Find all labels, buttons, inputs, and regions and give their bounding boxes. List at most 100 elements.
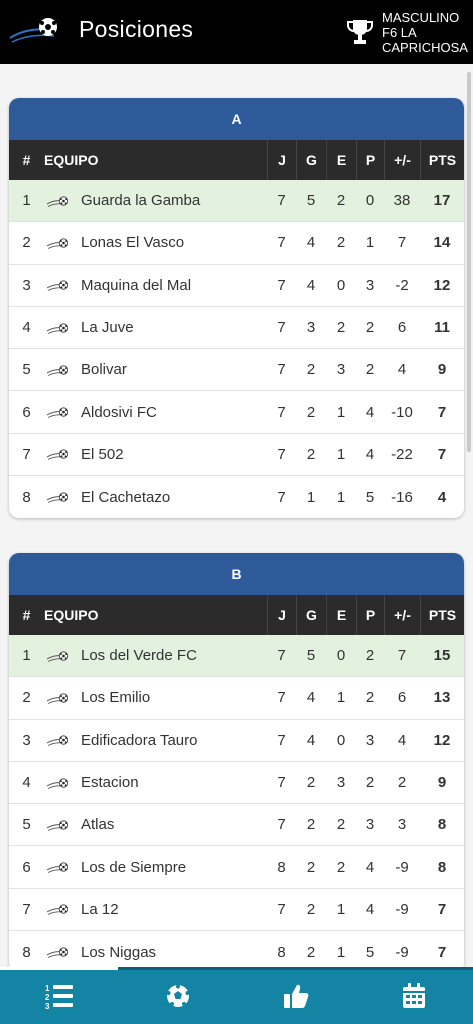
table-row[interactable]: 8 Los Niggas 8 2 1 5 -9 7 [9,931,464,967]
table-row[interactable]: 1 Guarda la Gamba 7 5 2 0 38 17 [9,180,464,223]
column-header-pts[interactable]: PTS [420,140,464,180]
won-value: 2 [306,774,316,792]
played-value: 7 [277,192,286,210]
team-cell[interactable]: Edificadora Tauro [44,732,267,749]
table-row[interactable]: 7 El 502 7 2 1 4 -22 7 [9,434,464,477]
team-logo-icon [46,777,69,789]
team-cell[interactable]: La 12 [44,901,267,918]
table-row[interactable]: 7 La 12 7 2 1 4 -9 7 [9,889,464,932]
lost-value: 2 [365,361,375,379]
column-header-dif[interactable]: +/- [384,595,420,635]
row-position: 2 [22,689,31,707]
team-name: Aldosivi FC [81,403,157,421]
won-value: 2 [306,816,316,834]
played-value: 7 [277,234,286,252]
table-row[interactable]: 2 Lonas El Vasco 7 4 2 1 7 14 [9,222,464,265]
scrollbar[interactable] [467,72,471,452]
column-header-p[interactable]: P [356,595,384,635]
won-value: 4 [306,731,316,749]
team-name: Maquina del Mal [81,276,192,294]
team-cell[interactable]: Los Niggas [44,944,267,961]
soccer-ball-icon[interactable] [163,982,193,1010]
column-header-g[interactable]: G [296,140,326,180]
lost-value: 3 [365,276,375,294]
standings-content[interactable]: A # EQUIPO J G E P +/- PTS 1 Guarda la Gamba 7 5 2 0 38… [0,64,473,967]
team-cell[interactable]: Lonas El Vasco [44,234,267,251]
category-line: CAPRICHOSA [382,40,468,55]
team-logo-icon [46,322,69,334]
played-value: 7 [277,689,286,707]
goal-diff-value: -2 [395,276,409,294]
row-position: 1 [22,192,31,210]
team-cell[interactable]: Estacion [44,774,267,791]
table-row[interactable]: 4 La Juve 7 3 2 2 6 11 [9,307,464,350]
table-row[interactable]: 8 El Cachetazo 7 1 1 5 -16 4 [9,476,464,518]
team-cell[interactable]: El Cachetazo [44,489,267,506]
column-header-pts[interactable]: PTS [420,595,464,635]
team-cell[interactable]: Atlas [44,816,267,833]
column-header-team[interactable]: EQUIPO [44,140,267,180]
standings-icon[interactable]: 1 2 3 [44,982,74,1010]
table-header: # EQUIPO J G E P +/- PTS [9,595,464,635]
team-logo-icon [46,237,69,249]
team-cell[interactable]: Los Emilio [44,689,267,706]
calendar-icon[interactable] [399,982,429,1010]
points-value: 7 [437,403,447,421]
team-cell[interactable]: La Juve [44,319,267,336]
category-label[interactable]: MASCULINO F6 LA CAPRICHOSA [382,10,472,55]
played-value: 7 [277,647,286,665]
column-header-e[interactable]: E [326,140,356,180]
team-name: Bolivar [81,361,127,379]
team-cell[interactable]: Guarda la Gamba [44,192,267,209]
table-row[interactable]: 5 Atlas 7 2 2 3 3 8 [9,804,464,847]
page-title: Posiciones [79,16,194,42]
table-row[interactable]: 4 Estacion 7 2 3 2 2 9 [9,762,464,805]
team-cell[interactable]: Bolivar [44,361,267,378]
group-card-a: A # EQUIPO J G E P +/- PTS 1 Guarda la Gamba 7 5 2 0 38… [9,98,464,519]
table-row[interactable]: 3 Maquina del Mal 7 4 0 3 -2 12 [9,265,464,307]
group-card-b: B # EQUIPO J G E P +/- PTS 1 Los del Verde FC 7 5 0 2 7… [9,553,464,967]
team-name: Los Emilio [81,689,151,707]
column-header-p[interactable]: P [356,140,384,180]
goal-diff-value: -10 [391,403,413,421]
column-header-dif[interactable]: +/- [384,140,420,180]
column-header-j[interactable]: J [267,140,296,180]
column-header-pos[interactable]: # [9,595,44,635]
goal-diff-value: 2 [397,774,407,792]
team-name: Los de Siempre [81,858,187,876]
row-position: 8 [22,943,31,961]
row-position: 4 [22,319,31,337]
played-value: 7 [277,445,286,463]
lost-value: 3 [365,731,375,749]
team-cell[interactable]: Los del Verde FC [44,647,267,664]
team-cell[interactable]: Los de Siempre [44,859,267,876]
team-name: Lonas El Vasco [81,234,185,252]
column-header-pos[interactable]: # [9,140,44,180]
column-header-e[interactable]: E [326,595,356,635]
points-value: 12 [433,276,451,294]
points-value: 7 [437,445,447,463]
goal-diff-value: -9 [395,858,409,876]
table-row[interactable]: 2 Los Emilio 7 4 1 2 6 13 [9,677,464,720]
row-position: 5 [22,361,31,379]
table-row[interactable]: 6 Los de Siempre 8 2 2 4 -9 8 [9,846,464,889]
goal-diff-value: -9 [395,900,409,918]
column-header-team[interactable]: EQUIPO [44,595,267,635]
row-position: 6 [22,858,31,876]
points-value: 13 [433,689,451,707]
team-cell[interactable]: El 502 [44,446,267,463]
table-row[interactable]: 5 Bolivar 7 2 3 2 4 9 [9,349,464,392]
table-row[interactable]: 3 Edificadora Tauro 7 4 0 3 4 12 [9,720,464,762]
row-position: 3 [22,731,31,749]
team-cell[interactable]: Aldosivi FC [44,404,267,421]
won-value: 4 [306,276,316,294]
column-header-j[interactable]: J [267,595,296,635]
table-row[interactable]: 1 Los del Verde FC 7 5 0 2 7 15 [9,635,464,678]
trophy-icon[interactable] [346,19,374,45]
team-logo-icon [46,861,69,873]
column-header-g[interactable]: G [296,595,326,635]
won-value: 5 [306,192,316,210]
team-cell[interactable]: Maquina del Mal [44,277,267,294]
thumbs-up-icon[interactable] [281,982,311,1010]
table-row[interactable]: 6 Aldosivi FC 7 2 1 4 -10 7 [9,391,464,434]
